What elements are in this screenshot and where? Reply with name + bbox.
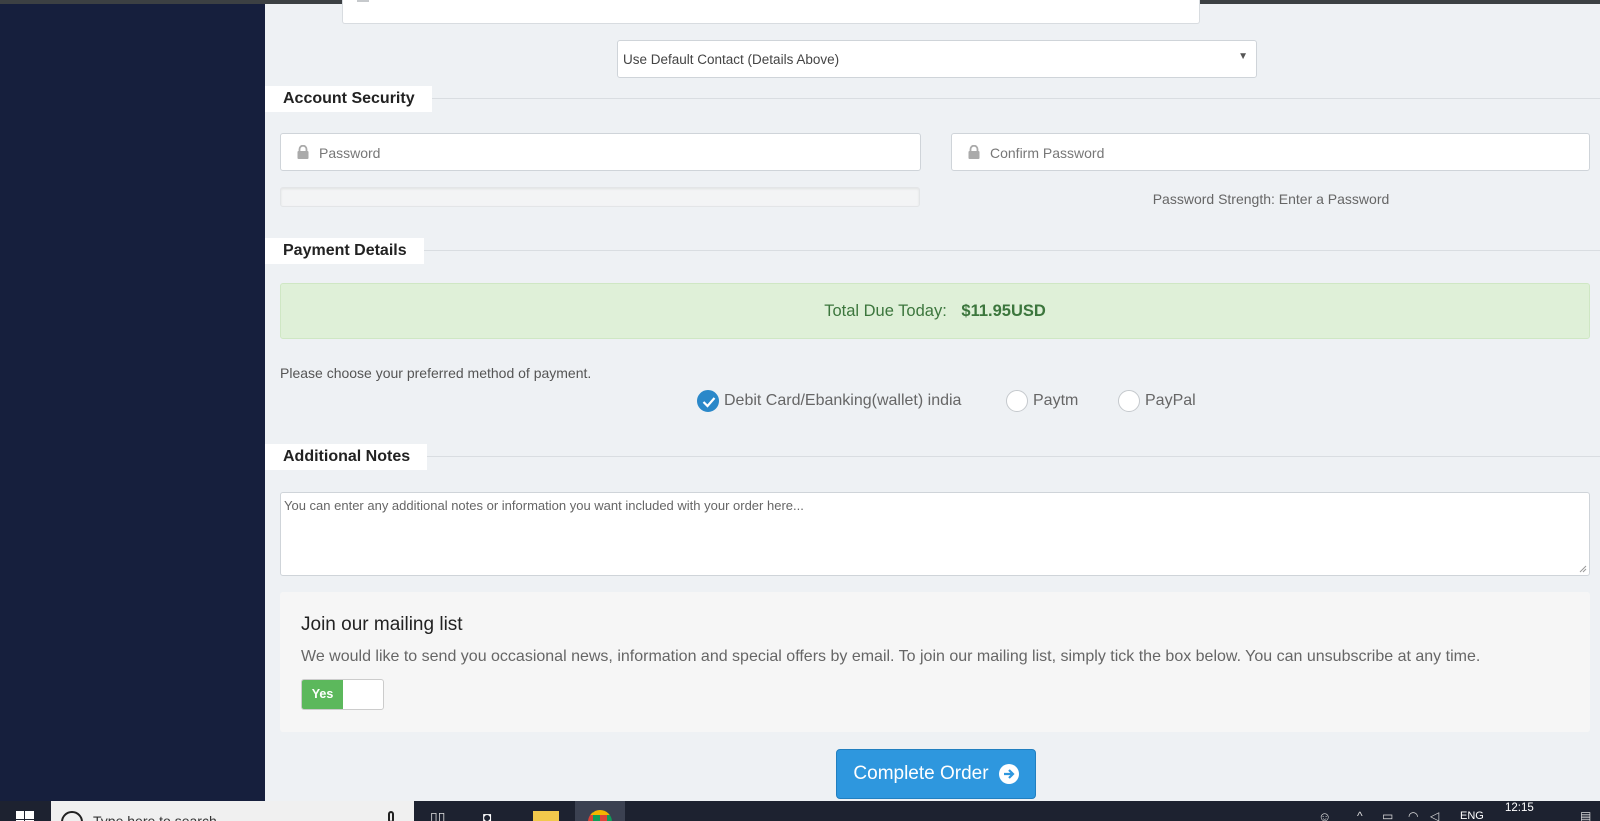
checkout-form: Use Default Contact (Details Above) ▼ Ac… [265,0,1600,801]
mailing-list-title: Join our mailing list [301,614,463,635]
battery-icon[interactable]: ▭ [1382,809,1393,821]
payment-option-label: PayPal [1145,392,1196,409]
complete-order-button[interactable]: Complete Order [836,749,1036,799]
people-icon[interactable]: ☺ [1318,809,1331,821]
section-divider [265,456,1600,457]
payment-option-label: Paytm [1033,392,1079,409]
payment-instructions: Please choose your preferred method of p… [280,365,592,381]
payment-option-paytm[interactable]: Paytm [1006,390,1078,412]
section-divider [265,250,1600,251]
partial-input-field[interactable] [342,0,1200,24]
taskbar: Type here to search ▯▯ ◘ ☺ ^ ▭ ◠ ◁ ENG 1… [0,801,1600,821]
network-icon[interactable]: ◠ [1408,809,1418,821]
contact-select[interactable]: Use Default Contact (Details Above) ▼ [617,40,1257,78]
chevron-down-icon: ▼ [1238,51,1248,62]
taskbar-clock[interactable]: 12:15 [1505,802,1534,814]
account-security-heading: Account Security [265,86,432,112]
file-explorer-icon[interactable] [533,811,559,821]
password-strength-text: Password Strength: Enter a Password [1152,191,1390,207]
notes-textarea[interactable]: You can enter any additional notes or in… [280,492,1590,576]
taskbar-search-text: Type here to search [93,813,217,821]
notes-placeholder: You can enter any additional notes or in… [284,498,804,513]
store-icon[interactable]: ◘ [483,809,491,821]
chevron-up-icon[interactable]: ^ [1357,809,1363,821]
password-input[interactable]: Password [280,133,921,171]
radio-unchecked-icon [1118,390,1140,412]
confirm-password-input[interactable]: Confirm Password [951,133,1590,171]
resize-handle-icon[interactable] [1579,565,1587,573]
taskbar-active-app[interactable] [575,801,625,821]
microphone-icon[interactable] [388,811,394,821]
toggle-yes-label: Yes [302,680,343,709]
windows-start-icon[interactable] [16,811,34,821]
password-placeholder: Password [319,145,381,161]
payment-option-paypal[interactable]: PayPal [1118,390,1196,412]
language-indicator[interactable]: ENG [1460,810,1484,821]
section-divider [265,98,1600,99]
arrow-circle-right-icon [998,764,1019,784]
password-strength-bar [280,187,920,207]
payment-option-debit-card[interactable]: Debit Card/Ebanking(wallet) india [697,390,961,412]
total-due-label: Total Due Today: [824,302,947,320]
mailing-list-toggle[interactable]: Yes [301,679,384,710]
chrome-icon [588,810,612,821]
lock-icon [297,145,309,159]
radio-unchecked-icon [1006,390,1028,412]
complete-order-label: Complete Order [853,763,989,784]
field-icon [357,0,369,2]
sidebar [0,4,265,801]
taskbar-search-box[interactable]: Type here to search [51,801,414,821]
total-due-box: Total Due Today: $11.95USD [280,283,1590,339]
mailing-list-panel: Join our mailing list We would like to s… [280,592,1590,732]
search-icon [61,811,83,821]
lock-icon [968,145,980,159]
payment-method-options: Debit Card/Ebanking(wallet) india Paytm … [265,390,1600,420]
additional-notes-heading: Additional Notes [265,444,428,470]
contact-select-value: Use Default Contact (Details Above) [623,52,840,67]
volume-icon[interactable]: ◁ [1430,809,1439,821]
radio-checked-icon [697,390,719,412]
payment-details-heading: Payment Details [265,238,424,264]
confirm-password-placeholder: Confirm Password [990,145,1105,161]
notification-icon[interactable]: ▤ [1580,809,1591,821]
payment-option-label: Debit Card/Ebanking(wallet) india [724,392,962,409]
mailing-list-description: We would like to send you occasional new… [301,648,1481,665]
total-due-amount: $11.95USD [961,302,1046,320]
task-view-icon[interactable]: ▯▯ [430,809,445,821]
